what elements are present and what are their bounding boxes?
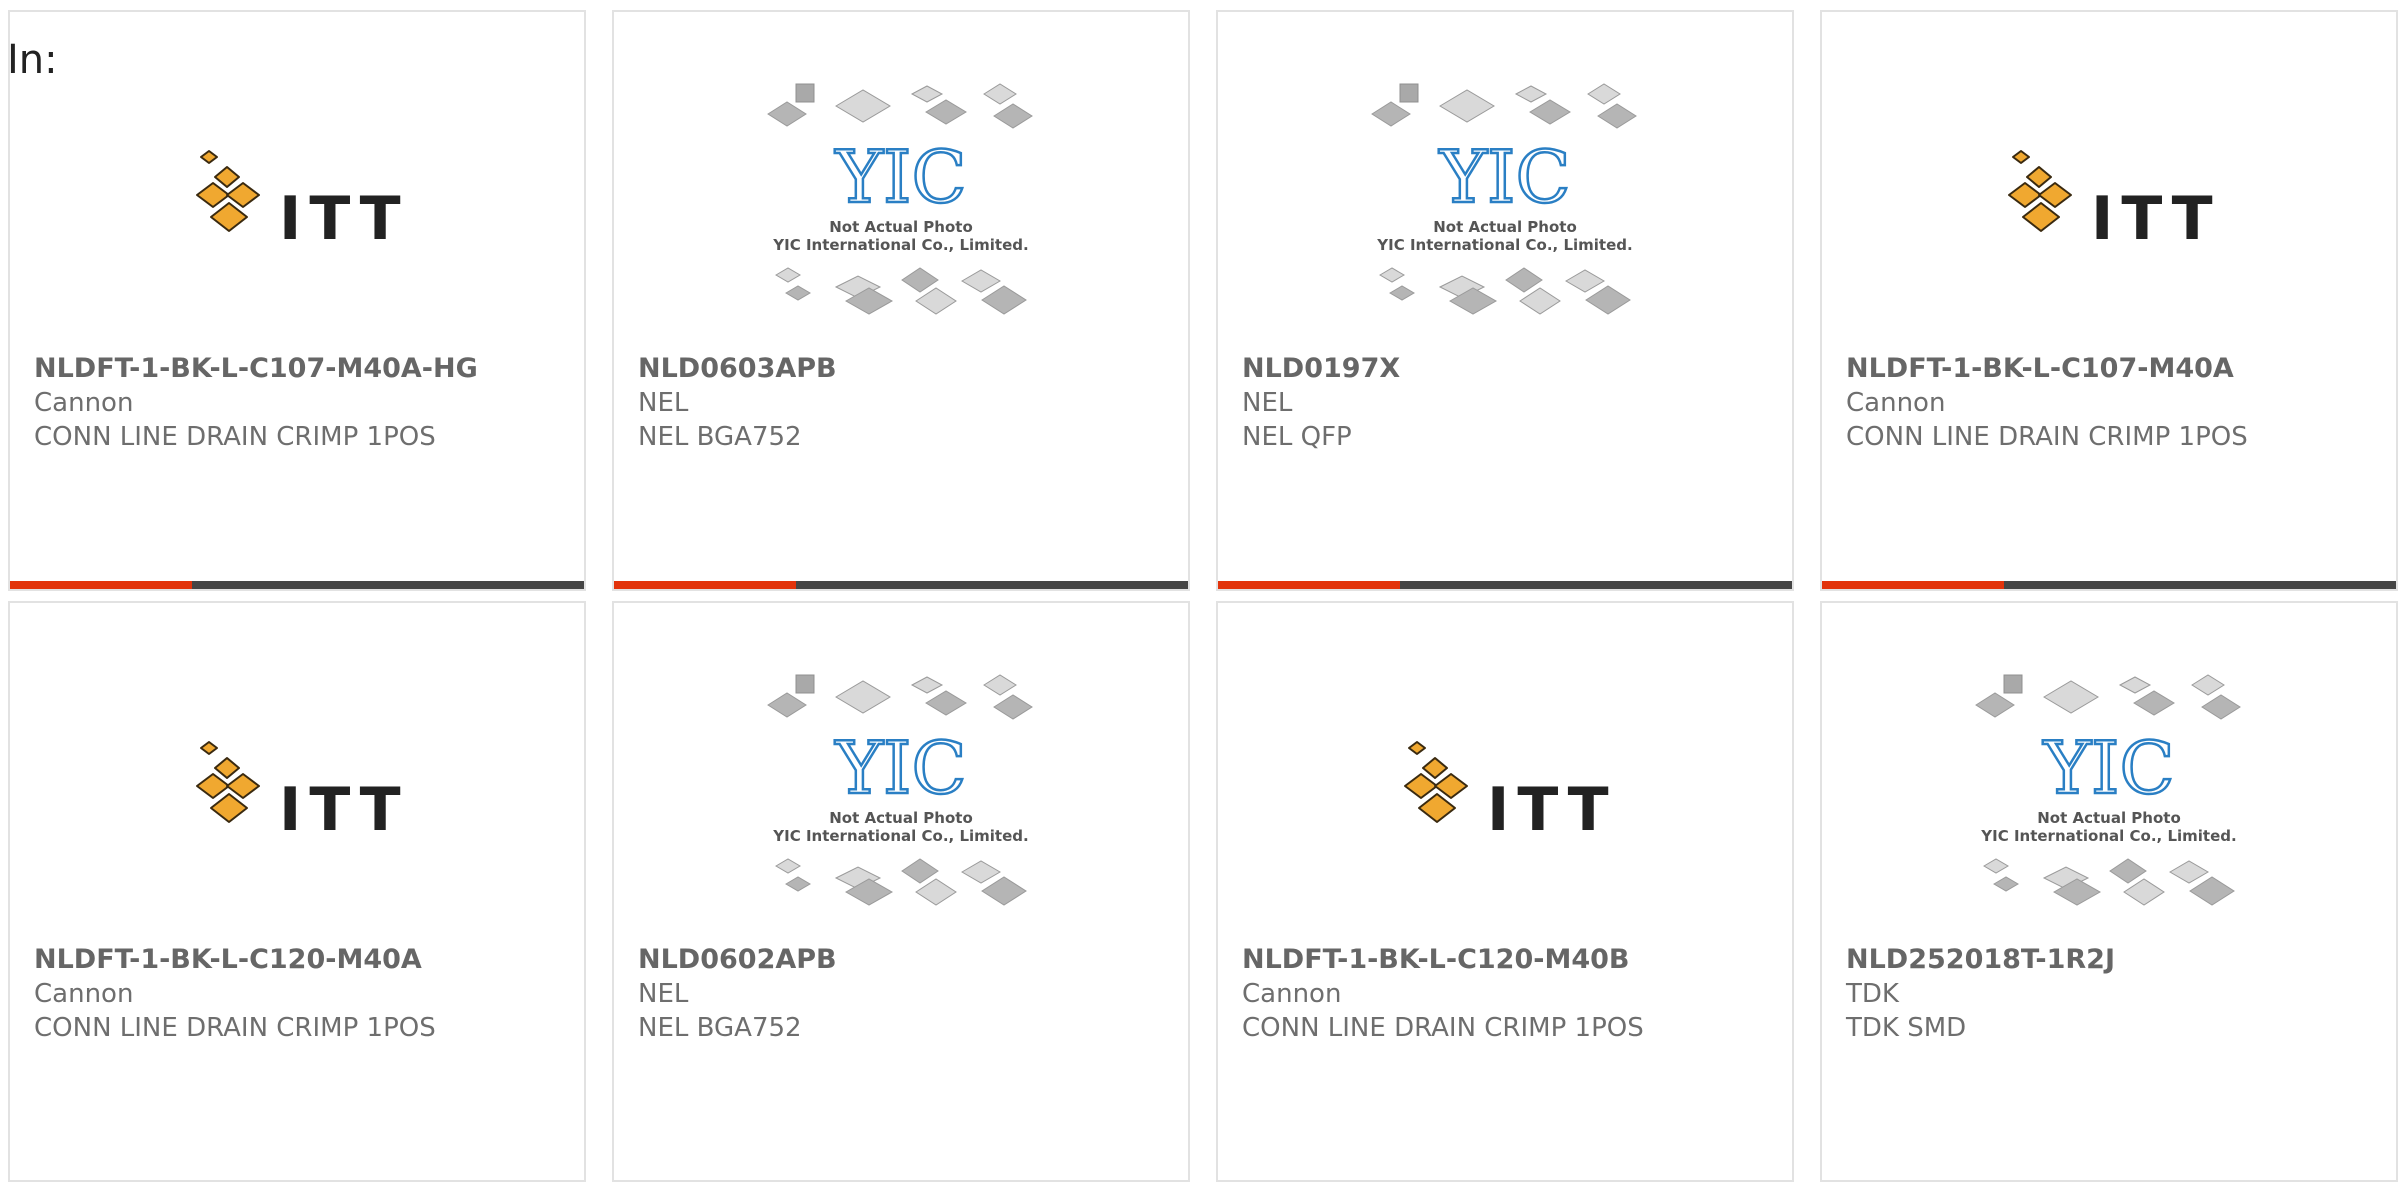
yic-note-line1: Not Actual Photo bbox=[829, 809, 973, 827]
description: CONN LINE DRAIN CRIMP 1POS bbox=[1846, 422, 2248, 452]
product-image: YIC Not Actual Photo YIC International Co.… bbox=[1218, 52, 1792, 352]
part-number[interactable]: NLD0602APB bbox=[638, 943, 1172, 977]
yic-placeholder-icon: YICNot Actual PhotoYIC International Co.… bbox=[1371, 83, 1637, 315]
part-number[interactable]: NLD0603APB bbox=[638, 352, 1172, 386]
product-image: ITT bbox=[10, 643, 584, 943]
product-image: YIC Not Actual Photo YIC International Co.… bbox=[1822, 643, 2396, 943]
part-number[interactable]: NLDFT-1-BK-L-C107-M40A bbox=[1846, 352, 2380, 386]
manufacturer: NEL bbox=[638, 388, 689, 418]
filter-label: In: bbox=[7, 37, 58, 83]
product-card[interactable]: YIC Not Actual Photo YIC International Co.… bbox=[1216, 10, 1794, 591]
product-image: YIC Not Actual Photo YIC International Co.… bbox=[614, 643, 1188, 943]
yic-note-line2: YIC International Co., Limited. bbox=[1980, 827, 2236, 845]
part-number[interactable]: NLDFT-1-BK-L-C120-M40B bbox=[1242, 943, 1776, 977]
card-accent-bar bbox=[614, 581, 796, 589]
yic-note-line2: YIC International Co., Limited. bbox=[772, 236, 1028, 254]
product-card[interactable]: ITT NLDFT-1-BK-L-C107-M40A-HG Cannon CON… bbox=[8, 10, 586, 591]
chip-icons-bottom bbox=[775, 267, 1027, 315]
manufacturer: Cannon bbox=[1242, 979, 1342, 1009]
chip-icons-top bbox=[1371, 83, 1637, 129]
product-image: YIC Not Actual Photo YIC International Co.… bbox=[614, 52, 1188, 352]
description: NEL QFP bbox=[1242, 422, 1352, 452]
yic-logo-text: YIC bbox=[834, 135, 966, 219]
product-card[interactable]: YIC Not Actual Photo YIC International Co.… bbox=[612, 601, 1190, 1182]
card-bottom-bar bbox=[614, 581, 1188, 589]
itt-logo-text: ITT bbox=[2091, 184, 2219, 254]
yic-logo-text: YIC bbox=[1438, 135, 1570, 219]
product-card[interactable]: ITT NLDFT-1-BK-L-C107-M40A Cannon CONN L… bbox=[1820, 10, 2398, 591]
description: CONN LINE DRAIN CRIMP 1POS bbox=[34, 1013, 436, 1043]
yic-placeholder-icon: YICNot Actual PhotoYIC International Co.… bbox=[767, 674, 1033, 906]
part-number[interactable]: NLDFT-1-BK-L-C120-M40A bbox=[34, 943, 568, 977]
chip-icons-top bbox=[767, 674, 1033, 720]
product-image: ITT bbox=[1218, 643, 1792, 943]
yic-placeholder-icon: YICNot Actual PhotoYIC International Co.… bbox=[1975, 674, 2241, 906]
chip-icons-top bbox=[767, 83, 1033, 129]
part-number[interactable]: NLD0197X bbox=[1242, 352, 1776, 386]
part-number[interactable]: NLD252018T-1R2J bbox=[1846, 943, 2380, 977]
itt-logo-icon: ITT bbox=[2008, 150, 2219, 254]
product-card[interactable]: ITT NLDFT-1-BK-L-C120-M40A Cannon CONN L… bbox=[8, 601, 586, 1182]
itt-logo-text: ITT bbox=[1487, 775, 1615, 845]
description: NEL BGA752 bbox=[638, 422, 802, 452]
product-grid: ITT NLDFT-1-BK-L-C107-M40A-HG Cannon CON… bbox=[8, 10, 2398, 1182]
description: NEL BGA752 bbox=[638, 1013, 802, 1043]
itt-logo-icon: ITT bbox=[196, 150, 407, 254]
manufacturer: Cannon bbox=[34, 388, 134, 418]
itt-logo-text: ITT bbox=[279, 775, 407, 845]
manufacturer: NEL bbox=[1242, 388, 1293, 418]
yic-logo-text: YIC bbox=[834, 726, 966, 810]
manufacturer: Cannon bbox=[1846, 388, 1946, 418]
yic-note-line1: Not Actual Photo bbox=[2037, 809, 2181, 827]
card-bottom-bar bbox=[1822, 581, 2396, 589]
description: TDK SMD bbox=[1846, 1013, 1967, 1043]
product-image: ITT bbox=[1822, 52, 2396, 352]
chip-icons-top bbox=[1975, 674, 2241, 720]
yic-note-line2: YIC International Co., Limited. bbox=[772, 827, 1028, 845]
product-card[interactable]: YIC Not Actual Photo YIC International Co.… bbox=[1820, 601, 2398, 1182]
manufacturer: TDK bbox=[1846, 979, 1899, 1009]
yic-note-line2: YIC International Co., Limited. bbox=[1376, 236, 1632, 254]
yic-logo-text: YIC bbox=[2042, 726, 2174, 810]
description: CONN LINE DRAIN CRIMP 1POS bbox=[1242, 1013, 1644, 1043]
yic-placeholder-icon: YICNot Actual PhotoYIC International Co.… bbox=[767, 83, 1033, 315]
card-accent-bar bbox=[1822, 581, 2004, 589]
chip-icons-bottom bbox=[1379, 267, 1631, 315]
manufacturer: NEL bbox=[638, 979, 689, 1009]
product-image: ITT bbox=[10, 52, 584, 352]
yic-note-line1: Not Actual Photo bbox=[829, 218, 973, 236]
itt-logo-text: ITT bbox=[279, 184, 407, 254]
chip-icons-bottom bbox=[775, 858, 1027, 906]
chip-icons-bottom bbox=[1983, 858, 2235, 906]
product-card[interactable]: YIC Not Actual Photo YIC International Co.… bbox=[612, 10, 1190, 591]
yic-note-line1: Not Actual Photo bbox=[1433, 218, 1577, 236]
card-bottom-bar bbox=[10, 581, 584, 589]
part-number[interactable]: NLDFT-1-BK-L-C107-M40A-HG bbox=[34, 352, 568, 386]
card-bottom-bar bbox=[1218, 581, 1792, 589]
manufacturer: Cannon bbox=[34, 979, 134, 1009]
description: CONN LINE DRAIN CRIMP 1POS bbox=[34, 422, 436, 452]
card-accent-bar bbox=[1218, 581, 1400, 589]
product-card[interactable]: ITT NLDFT-1-BK-L-C120-M40B Cannon CONN L… bbox=[1216, 601, 1794, 1182]
itt-logo-icon: ITT bbox=[1404, 741, 1615, 845]
card-accent-bar bbox=[10, 581, 192, 589]
itt-logo-icon: ITT bbox=[196, 741, 407, 845]
